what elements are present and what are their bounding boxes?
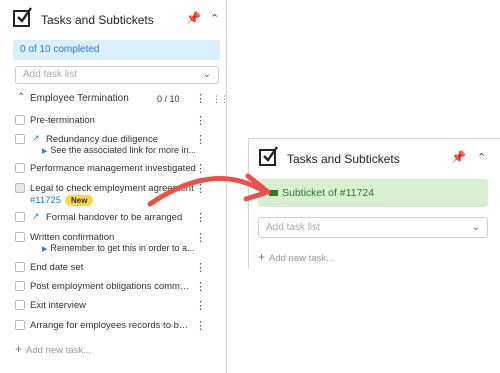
task-label[interactable]: Legal to check employment agreement — [30, 183, 195, 194]
group-label: Employee Termination — [30, 93, 129, 104]
task-menu-icon[interactable]: ⋮ — [195, 116, 206, 127]
add-new-task-button[interactable]: + Add new task... — [258, 250, 334, 264]
task-label[interactable]: Redundancy due diligence — [46, 134, 186, 145]
task-checkbox[interactable] — [15, 262, 25, 272]
task-checkbox[interactable] — [15, 281, 25, 291]
task-checkbox[interactable] — [15, 163, 25, 173]
task-subnote-text: Remember to get this in order to a... — [50, 243, 195, 253]
task-list-placeholder: Add task list — [23, 69, 77, 80]
group-menu-icon[interactable]: ⋮ — [195, 94, 206, 105]
task-checkbox[interactable] — [15, 183, 25, 193]
add-task-list-select[interactable]: Add task list ⌄ — [258, 217, 488, 238]
task-checkbox[interactable] — [15, 232, 25, 242]
task-checkbox[interactable] — [15, 300, 25, 310]
tasks-panel-right: Tasks and Subtickets 📌 ⌃ Subticket of #1… — [248, 138, 500, 269]
panel-title: Tasks and Subtickets — [287, 152, 400, 166]
task-checkbox[interactable] — [15, 212, 25, 222]
task-label[interactable]: Performance management investigated — [30, 163, 200, 174]
subticket-banner[interactable]: Subticket of #11724 — [258, 179, 488, 207]
add-new-task-label: Add new task... — [26, 345, 91, 356]
group-count: 0 / 10 — [157, 94, 180, 104]
plus-icon: + — [258, 250, 266, 264]
task-label[interactable]: Post employment obligations commu... — [30, 281, 193, 292]
task-checkbox[interactable] — [15, 115, 25, 125]
task-list-placeholder: Add task list — [266, 222, 320, 233]
pin-icon[interactable]: 📌 — [451, 150, 466, 164]
task-label[interactable]: Pre-termination — [30, 115, 190, 126]
task-checkbox[interactable] — [15, 320, 25, 330]
group-collapse-icon[interactable]: ⌃ — [17, 92, 25, 103]
progress-banner: 0 of 10 completed — [13, 40, 220, 60]
task-label[interactable]: Formal handover to be arranged — [46, 212, 186, 223]
tasks-panel-left: Tasks and Subtickets 📌 ⌃ 0 of 10 complet… — [0, 0, 229, 373]
triangle-right-icon: ▶ — [42, 246, 48, 253]
panel-title: Tasks and Subtickets — [41, 13, 154, 27]
external-link-icon[interactable]: ↗ — [32, 211, 40, 222]
triangle-right-icon: ▶ — [42, 148, 48, 155]
add-new-task-label: Add new task... — [269, 253, 334, 264]
chevron-down-icon: ⌄ — [471, 222, 480, 233]
task-checkbox[interactable] — [15, 134, 25, 144]
add-new-task-button[interactable]: + Add new task... — [15, 342, 91, 356]
task-menu-icon[interactable]: ⋮ — [195, 282, 206, 293]
drag-handle-icon[interactable]: ⋮⋮ — [212, 94, 229, 105]
task-menu-icon[interactable]: ⋮ — [195, 164, 206, 175]
panel-header: Tasks and Subtickets 📌 ⌃ — [0, 0, 226, 34]
add-task-list-select[interactable]: Add task list ⌄ — [15, 66, 219, 84]
task-menu-icon[interactable]: ⋮ — [195, 213, 206, 224]
new-badge: New — [65, 195, 94, 206]
external-link-icon[interactable]: ↗ — [32, 133, 40, 144]
checkbox-logo-icon — [259, 146, 278, 166]
task-label[interactable]: Arrange for employees records to be ... — [30, 320, 193, 331]
ticket-link[interactable]: #11725 — [30, 195, 61, 206]
task-menu-icon[interactable]: ⋮ — [195, 263, 206, 274]
pin-icon[interactable]: 📌 — [186, 11, 201, 25]
task-label[interactable]: Exit interview — [30, 300, 190, 311]
ticket-icon — [269, 190, 278, 197]
checkbox-logo-icon — [13, 7, 32, 27]
task-menu-icon[interactable]: ⋮ — [195, 184, 206, 195]
task-label[interactable]: Written confirmation — [30, 232, 190, 243]
task-menu-icon[interactable]: ⋮ — [195, 301, 206, 312]
subticket-label: Subticket of #11724 — [282, 187, 375, 199]
task-menu-icon[interactable]: ⋮ — [195, 321, 206, 332]
task-group-header[interactable]: ⌃ Employee Termination 0 / 10 ⋮ — [15, 92, 220, 108]
collapse-chevron-icon[interactable]: ⌃ — [210, 12, 219, 25]
collapse-chevron-icon[interactable]: ⌃ — [477, 151, 486, 164]
task-label[interactable]: End date set — [30, 262, 190, 273]
task-subnote-text: See the associated link for more in... — [50, 145, 196, 155]
plus-icon: + — [15, 342, 23, 356]
chevron-down-icon: ⌄ — [202, 69, 211, 80]
